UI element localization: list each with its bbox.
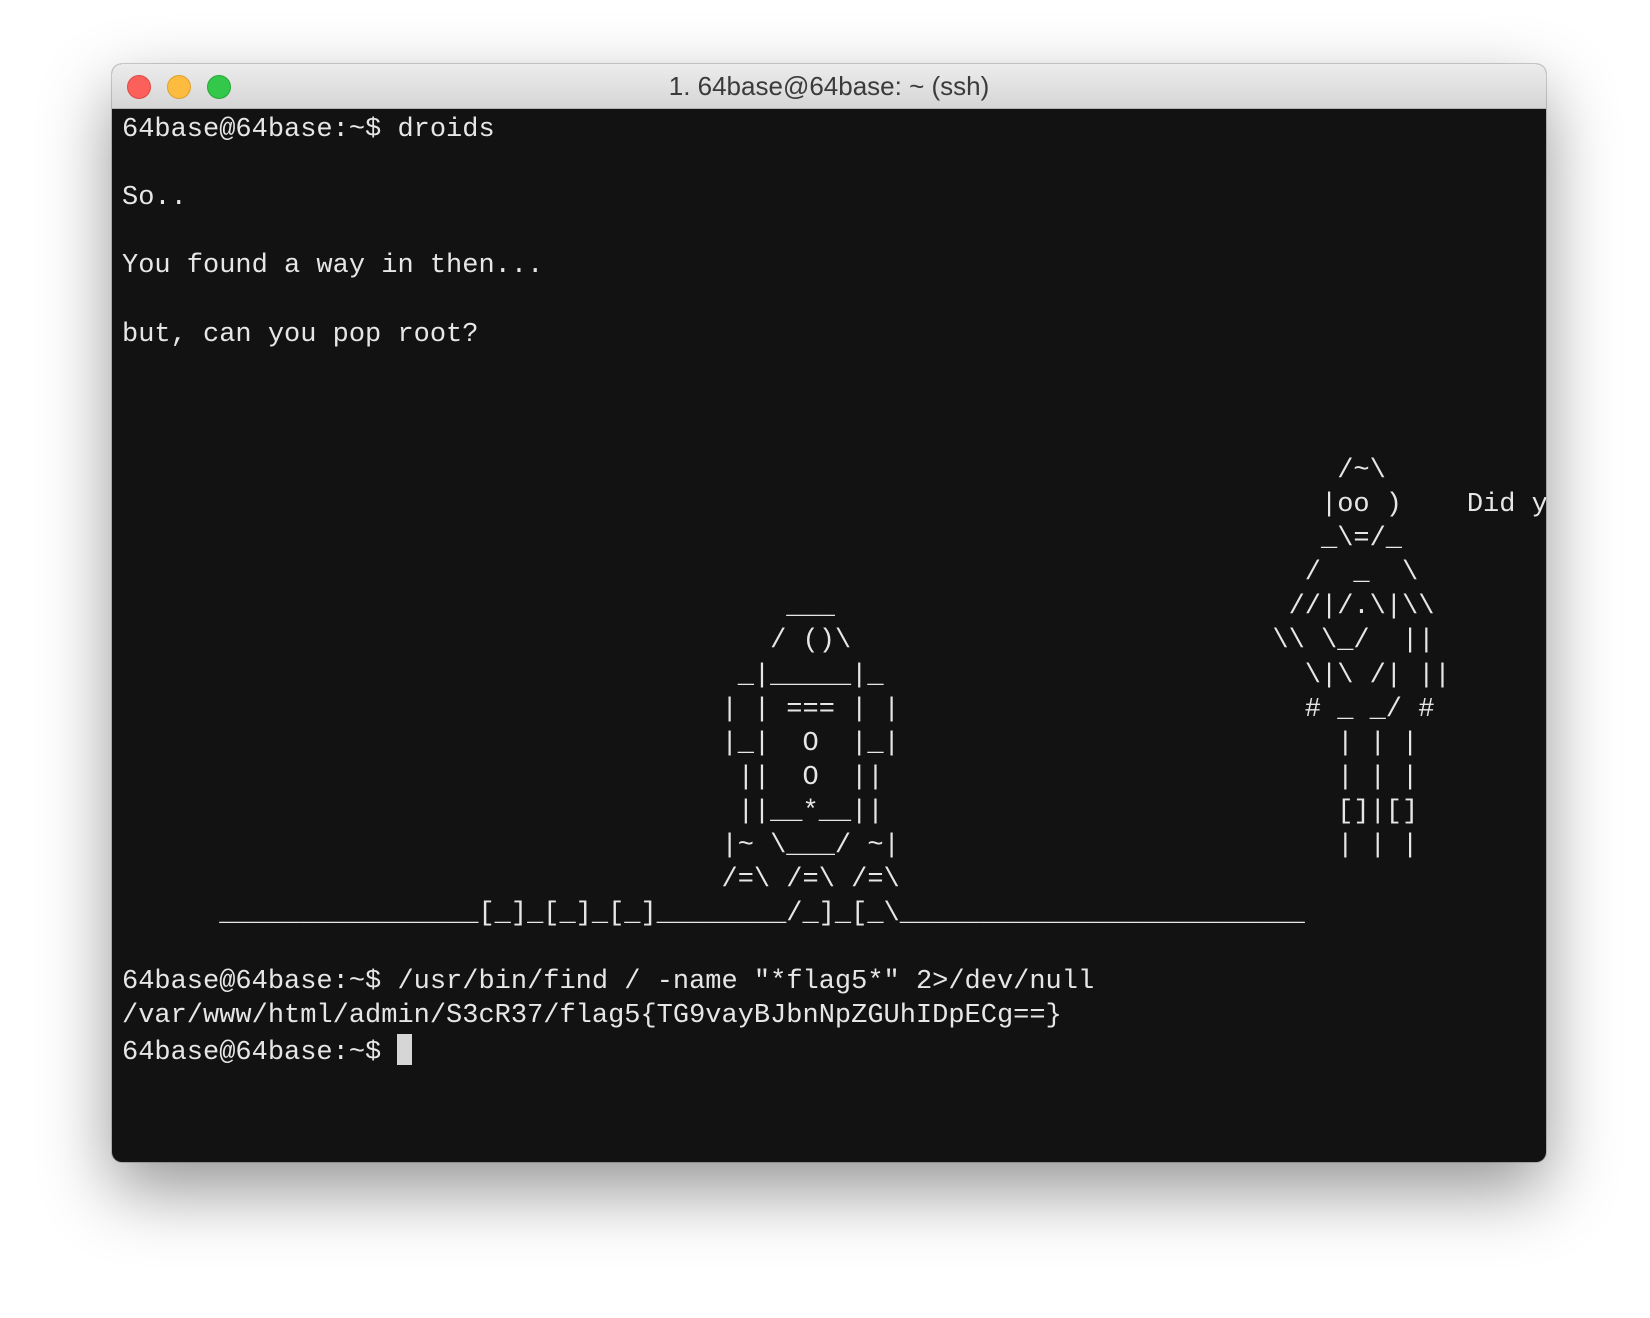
command-line-2: 64base@64base:~$ /usr/bin/find / -name "…	[122, 965, 1536, 999]
title-bar[interactable]: 1. 64base@64base: ~ (ssh)	[112, 64, 1546, 109]
command-text: droids	[397, 115, 495, 145]
blank-line	[122, 386, 1536, 420]
prompt: 64base@64base:~$	[122, 115, 398, 145]
blank-line	[122, 147, 1536, 181]
terminal-window: 1. 64base@64base: ~ (ssh) 64base@64base:…	[112, 64, 1546, 1162]
blank-line	[122, 352, 1536, 386]
output-line-flag: /var/www/html/admin/S3cR37/flag5{TG9vayB…	[122, 1001, 1062, 1032]
command-line-1: 64base@64base:~$ droids	[122, 113, 1536, 147]
blank-line	[122, 420, 1536, 454]
output-line-so: So..	[122, 183, 187, 214]
blank-line	[122, 283, 1536, 317]
prompt: 64base@64base:~$	[122, 1037, 398, 1068]
window-title: 1. 64base@64base: ~ (ssh)	[668, 71, 990, 101]
command-line-3[interactable]: 64base@64base:~$	[122, 1033, 1536, 1070]
output-line-found: You found a way in then...	[122, 251, 544, 282]
cursor	[397, 1033, 413, 1065]
blank-line	[122, 931, 1536, 965]
terminal-content[interactable]: 64base@64base:~$ droids So.. You found a…	[122, 113, 1546, 1162]
blank-line	[122, 215, 1536, 249]
command-text: /usr/bin/find / -name "*flag5*" 2>/dev/n…	[397, 967, 1095, 998]
prompt: 64base@64base:~$	[122, 967, 398, 998]
droids-ascii-art: /~\ |oo ) Did you hear that? _\=/_	[219, 455, 1546, 930]
output-line-root: but, can you pop root?	[122, 319, 479, 350]
